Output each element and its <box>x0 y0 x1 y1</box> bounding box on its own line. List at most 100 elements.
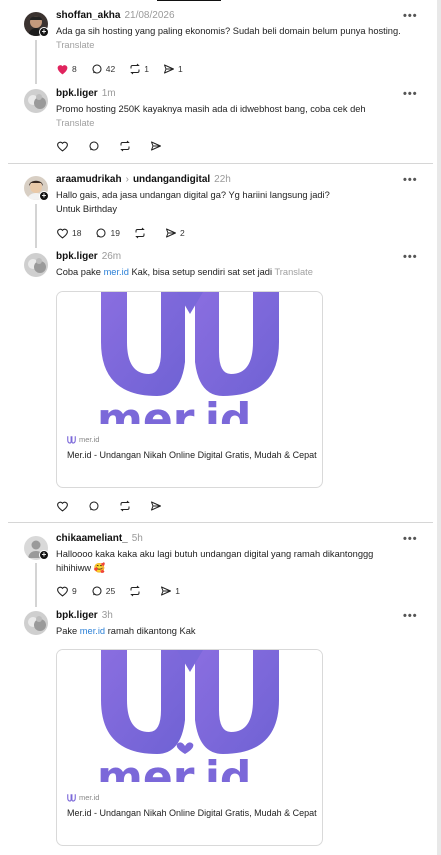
link-preview-image: mer.id <box>57 292 322 424</box>
username[interactable]: bpk.liger 3h <box>56 610 113 621</box>
thread-line <box>35 563 37 607</box>
translate-link[interactable]: Translate <box>56 118 94 128</box>
like-button[interactable]: 18 <box>56 227 81 239</box>
follow-plus-icon[interactable]: + <box>39 191 49 201</box>
more-options-icon[interactable]: ••• <box>403 174 418 186</box>
username-text[interactable]: bpk.liger <box>56 610 98 621</box>
like-button[interactable]: 9 <box>56 585 77 597</box>
share-count: 2 <box>179 228 185 238</box>
share-count: 1 <box>175 586 180 596</box>
reply-button[interactable] <box>88 140 103 152</box>
card-title: Mer.id - Undangan Nikah Online Digital G… <box>67 450 317 460</box>
post-body: Hallo gais, ada jasa undangan digital ga… <box>56 190 330 200</box>
comment-icon <box>92 586 102 596</box>
translate-link[interactable]: Translate <box>56 40 94 50</box>
username[interactable]: chikaameliant_ 5h <box>56 533 143 544</box>
site-favicon-icon <box>67 435 76 444</box>
like-button[interactable] <box>56 140 72 152</box>
reply-button[interactable]: 42 <box>91 63 115 75</box>
avatar[interactable] <box>24 611 48 635</box>
follow-plus-icon[interactable]: + <box>39 550 49 560</box>
reply-button[interactable] <box>88 500 103 512</box>
card-image-logo-text: mer.id <box>97 752 251 782</box>
like-count: 18 <box>72 228 82 238</box>
card-domain-text: mer.id <box>79 793 100 802</box>
follow-plus-icon[interactable]: + <box>39 27 49 37</box>
repost-button[interactable] <box>119 500 134 512</box>
timestamp: 21/08/2026 <box>124 10 175 21</box>
reply-button[interactable]: 19 <box>95 227 120 239</box>
link-preview-image: mer.id <box>57 650 322 782</box>
comment-icon <box>92 64 102 74</box>
send-icon <box>161 586 172 596</box>
post-text: Promo hosting 250K kayaknya masih ada di… <box>56 102 381 130</box>
reply-target-username[interactable]: undangandigital <box>133 174 210 185</box>
send-icon <box>151 501 161 511</box>
post-link[interactable]: mer.id <box>80 626 105 636</box>
heart-icon <box>57 586 68 597</box>
link-preview-card[interactable]: mer.id mer.id Mer.id - Undangan Nikah On… <box>56 291 323 488</box>
like-button[interactable] <box>56 500 72 512</box>
card-image-logo-text: mer.id <box>97 394 251 424</box>
post-actions: 8 42 1 1 <box>56 62 197 76</box>
repost-icon <box>120 500 130 512</box>
reply-button[interactable]: 25 <box>91 585 115 597</box>
post-text: Halloooo kaka kaka aku lagi butuh undang… <box>56 547 406 575</box>
post-body: Untuk Birthday <box>56 204 117 214</box>
username-text[interactable]: shoffan_akha <box>56 10 120 21</box>
avatar[interactable] <box>24 253 48 277</box>
username-text[interactable]: bpk.liger <box>56 88 98 99</box>
more-options-icon[interactable]: ••• <box>403 251 418 263</box>
avatar[interactable] <box>24 89 48 113</box>
more-options-icon[interactable]: ••• <box>403 88 418 100</box>
repost-count: 1 <box>144 64 149 74</box>
repost-button[interactable]: 1 <box>129 63 149 75</box>
heart-filled-icon <box>57 65 68 75</box>
share-button[interactable] <box>150 140 165 152</box>
heart-icon <box>57 228 68 239</box>
repost-button[interactable] <box>119 140 134 152</box>
thread-divider <box>8 163 433 164</box>
share-button[interactable]: 1 <box>163 63 183 75</box>
post-text: Ada ga sih hosting yang paling ekonomis?… <box>56 24 401 52</box>
repost-button[interactable] <box>129 585 144 597</box>
send-icon <box>151 141 161 151</box>
post-body: ramah dikantong Kak <box>105 626 196 636</box>
username[interactable]: shoffan_akha 21/08/2026 <box>56 10 175 21</box>
username-text[interactable]: chikaameliant_ <box>56 533 128 544</box>
post-body: Pake <box>56 626 80 636</box>
username[interactable]: araamudrikah › undangandigital 22h <box>56 174 231 185</box>
link-preview-card[interactable]: mer.id mer.id Mer.id - Undangan Nikah On… <box>56 649 323 846</box>
repost-button[interactable] <box>134 227 149 239</box>
timestamp: 5h <box>131 533 143 544</box>
chevron-right-icon: › <box>125 174 129 185</box>
post-body: Coba pake <box>56 267 104 277</box>
timestamp: 22h <box>214 174 231 185</box>
like-count: 8 <box>72 64 77 74</box>
more-options-icon[interactable]: ••• <box>403 610 418 622</box>
username[interactable]: bpk.liger 1m <box>56 88 116 99</box>
comment-icon <box>89 501 99 511</box>
like-button[interactable]: 8 <box>56 63 77 75</box>
top-indicator-line <box>157 0 221 1</box>
post-body: Halloooo kaka kaka aku lagi butuh undang… <box>56 549 374 573</box>
more-options-icon[interactable]: ••• <box>403 10 418 22</box>
share-button[interactable] <box>150 500 165 512</box>
translate-link[interactable]: Translate <box>274 267 312 277</box>
send-icon <box>163 64 174 74</box>
send-icon <box>165 228 176 238</box>
post-link[interactable]: mer.id <box>104 267 129 277</box>
repost-icon <box>130 63 140 75</box>
thread-line <box>35 204 37 248</box>
share-button[interactable]: 2 <box>165 227 185 239</box>
username[interactable]: bpk.liger 26m <box>56 251 121 262</box>
share-button[interactable]: 1 <box>160 585 180 597</box>
username-text[interactable]: bpk.liger <box>56 251 98 262</box>
username-text[interactable]: araamudrikah <box>56 174 122 185</box>
comment-icon <box>89 141 99 151</box>
more-options-icon[interactable]: ••• <box>403 533 418 545</box>
post-body: Kak, bisa setup sendiri sat set jadi <box>128 267 273 277</box>
post-text: Pake mer.id ramah dikantong Kak <box>56 624 401 638</box>
card-domain: mer.id <box>67 435 99 444</box>
card-domain-text: mer.id <box>79 435 100 444</box>
